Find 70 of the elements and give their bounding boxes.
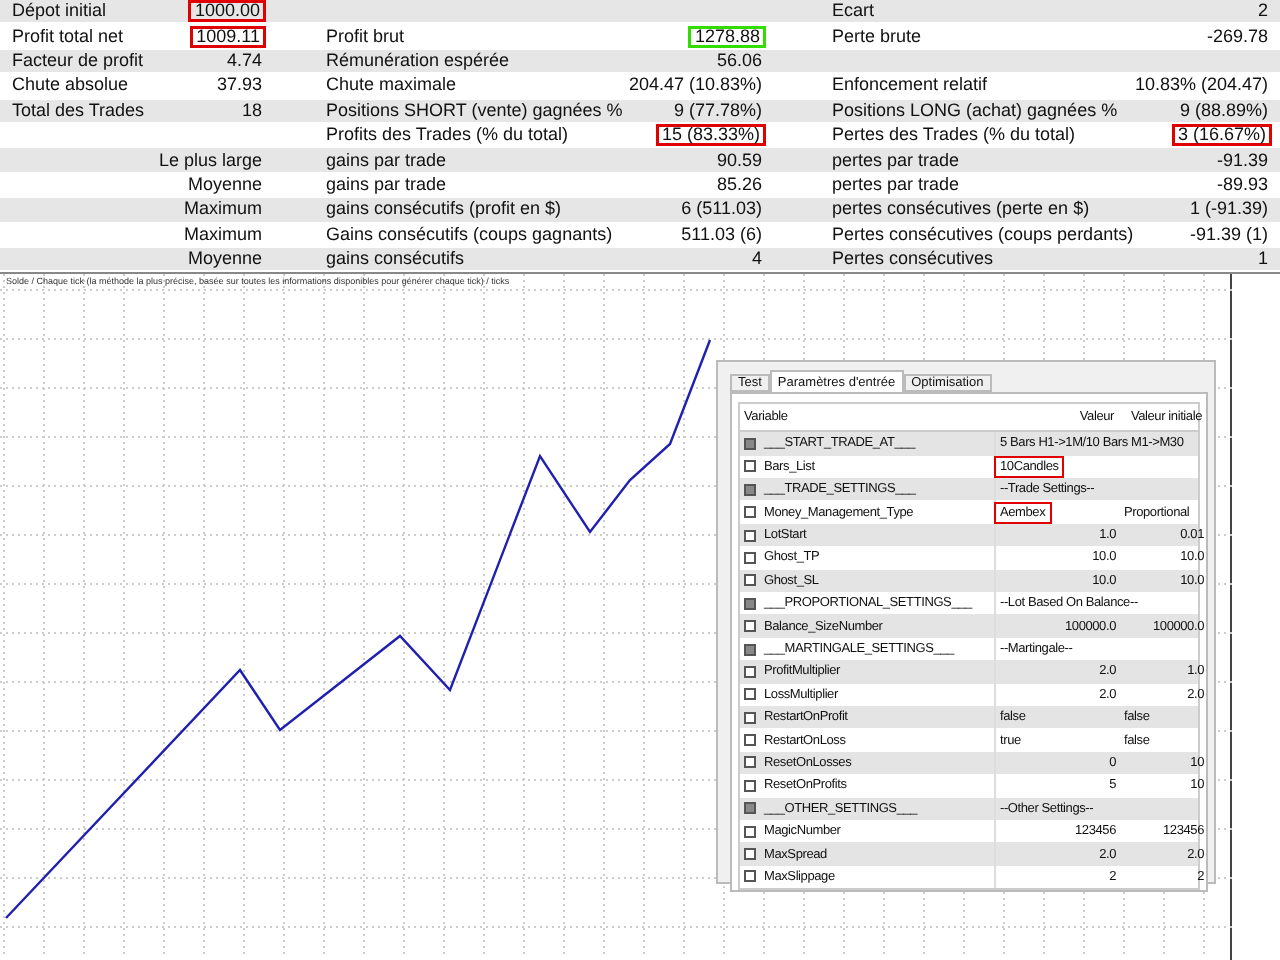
stat-value: 9 (88.89%) [1177,99,1270,122]
stat-label: gains consécutifs [324,248,467,271]
stat-value: 1 (-91.39) [1187,198,1270,221]
checkbox[interactable] [744,688,756,701]
stat-value: -91.39 (1) [1187,223,1270,246]
stat-value: 56.06 [714,49,764,72]
stat-label: Profit total net [10,25,126,48]
stat-label: Profit brut [324,25,407,48]
stat-label: gains consécutifs (profit en $) [324,198,564,221]
stat-label: gains par trade [324,173,449,196]
stat-label: Pertes des Trades (% du total) [830,124,1078,147]
checkbox[interactable] [744,574,756,587]
checkbox[interactable] [744,620,756,633]
stat-value: Maximum [181,223,264,246]
stat-label: Profits des Trades (% du total) [324,124,571,147]
stat-label: Gains consécutifs (coups gagnants) [324,223,615,246]
checkbox[interactable] [744,870,756,883]
stat-value: 3 (16.67%) [1171,124,1272,147]
stat-label: Perte brute [830,25,924,48]
stat-label: Pertes consécutives (coups perdants) [830,223,1136,246]
stat-label: Enfoncement relatif [830,74,990,97]
stat-value: 15 (83.33%) [655,124,766,147]
stat-label: pertes par trade [830,149,962,172]
stat-value: 1278.88 [688,25,766,48]
stat-value: Moyenne [185,248,264,271]
stat-label: Dépot initial [10,0,109,23]
stat-label: pertes consécutives (perte en $) [830,198,1092,221]
stat-value: 37.93 [214,74,264,97]
checkbox[interactable] [744,779,756,792]
stat-label: Chute maximale [324,74,459,97]
checkbox[interactable] [744,460,756,473]
checkbox[interactable] [744,665,756,678]
stat-value: 85.26 [714,173,764,196]
stat-value: 204.47 (10.83%) [626,74,764,97]
stat-label: Positions SHORT (vente) gagnées % [324,99,625,122]
checkbox[interactable] [744,734,756,747]
checkbox[interactable] [744,825,756,838]
stat-label: Positions LONG (achat) gagnées % [830,99,1120,122]
stat-label: pertes par trade [830,173,962,196]
stat-label: Total des Trades [10,99,147,122]
stat-value: 511.03 (6) [679,223,764,246]
stat-value: Maximum [181,198,264,221]
checkbox[interactable] [744,506,756,519]
stat-label: Ecart [830,0,877,23]
checkbox[interactable] [744,848,756,861]
stat-value: 90.59 [714,149,764,172]
stat-label: Chute absolue [10,74,131,97]
stat-value: 10.83% (204.47) [1132,74,1270,97]
stat-value: 2 [1255,0,1270,23]
stat-value: 4 [749,248,764,271]
stat-value: 1009.11 [190,25,266,48]
stat-value: -91.39 [1214,149,1270,172]
stat-value: Moyenne [185,173,264,196]
stat-label: Rémunération espérée [324,49,512,72]
checkbox[interactable] [744,711,756,724]
stat-value: -89.93 [1214,173,1270,196]
checkbox[interactable] [744,756,756,769]
stat-label: gains par trade [324,149,449,172]
stat-value: Le plus large [156,149,264,172]
stat-value: 9 (77.78%) [671,99,764,122]
stat-value: -269.78 [1204,25,1270,48]
stat-value: 18 [239,99,264,122]
stat-value: 1000.00 [188,0,266,23]
stat-label: Facteur de profit [10,49,146,72]
stat-value: 1 [1255,248,1270,271]
stat-value: 4.74 [224,49,264,72]
checkbox[interactable] [744,529,756,542]
stat-value: 6 (511.03) [679,198,764,221]
stat-label: Pertes consécutives [830,248,996,271]
checkbox[interactable] [744,551,756,564]
